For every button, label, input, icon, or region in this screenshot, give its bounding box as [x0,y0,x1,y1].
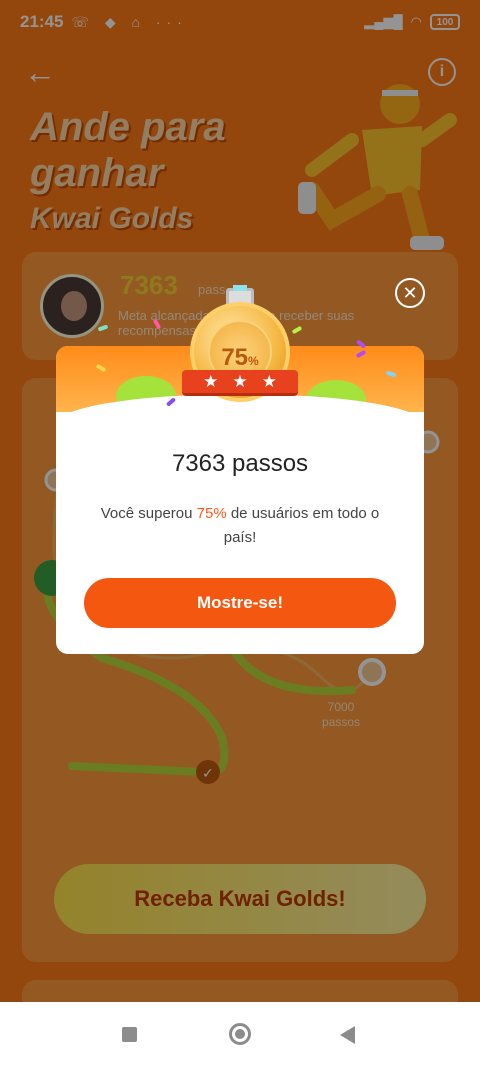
star-icon: ★ [232,371,248,391]
system-nav-bar [0,1002,480,1066]
popup-description: Você superou 75% de usuários em todo o p… [100,505,380,546]
confetti [355,349,367,359]
popup-steps: 7363 passos [171,450,309,477]
home-icon[interactable] [229,1023,251,1045]
show-off-button[interactable]: Mostre-se! [84,578,396,628]
confetti [95,363,107,373]
recent-apps-icon[interactable] [122,1027,137,1042]
back-icon[interactable] [340,1026,355,1044]
medal-percent: 75% [221,344,259,371]
close-icon[interactable]: ✕ [395,278,425,308]
star-icon: ★ [261,371,277,391]
star-icon: ★ [203,371,219,391]
popup-desc-percent: 75% [196,505,227,522]
confetti [385,370,397,378]
achievement-popup: 75% ★ ★ ★ 7363 passos Você superou 75% d… [56,285,424,654]
stars-ribbon: ★ ★ ★ [182,370,298,396]
